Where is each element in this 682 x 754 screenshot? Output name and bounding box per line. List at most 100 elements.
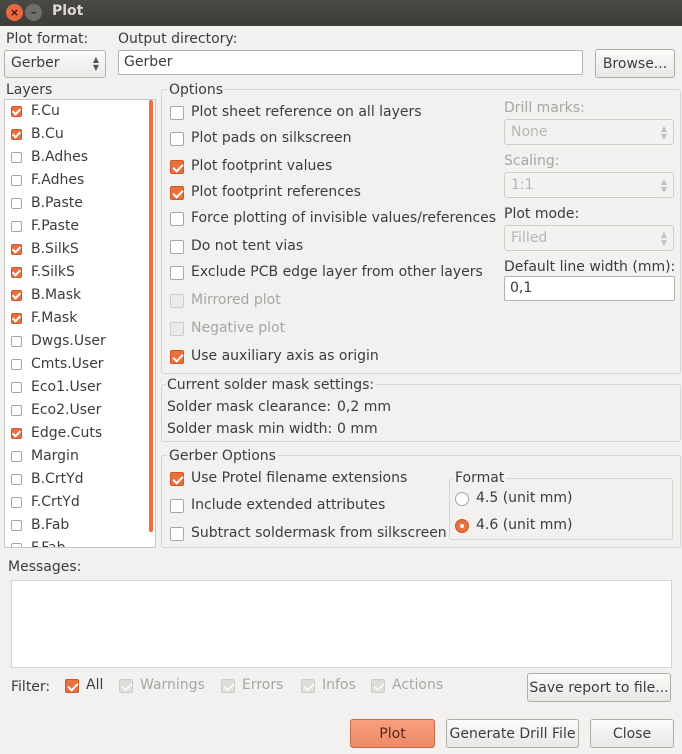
gerber-option-checkbox[interactable]: [170, 527, 184, 541]
format-radio-label: 4.5 (unit mm): [476, 490, 573, 506]
output-directory-input[interactable]: Gerber: [118, 50, 583, 75]
layer-name: Edge.Cuts: [31, 425, 103, 441]
layer-row[interactable]: Dwgs.User: [5, 332, 145, 355]
filter-label-1: Warnings: [140, 677, 205, 693]
option-label: Mirrored plot: [191, 292, 281, 308]
option-checkbox[interactable]: [170, 240, 184, 254]
solder-mask-title: Current solder mask settings:: [165, 377, 377, 393]
gerber-options-title: Gerber Options: [167, 448, 278, 464]
layer-row[interactable]: Edge.Cuts: [5, 424, 145, 447]
save-report-button[interactable]: Save report to file...: [527, 673, 671, 702]
close-button[interactable]: Close: [590, 719, 674, 748]
option-label: Exclude PCB edge layer from other layers: [191, 264, 483, 280]
layer-row[interactable]: B.CrtYd: [5, 470, 145, 493]
layer-row[interactable]: B.Fab: [5, 516, 145, 539]
layer-checkbox[interactable]: [11, 474, 22, 485]
layer-name: F.Adhes: [31, 172, 85, 188]
options-title: Options: [167, 82, 226, 98]
format-radio[interactable]: [455, 519, 469, 533]
option-label: Plot sheet reference on all layers: [191, 104, 422, 120]
layer-checkbox[interactable]: [11, 497, 22, 508]
layer-row[interactable]: B.Adhes: [5, 148, 145, 171]
layer-name: B.Mask: [31, 287, 82, 303]
gerber-option-checkbox[interactable]: [170, 472, 184, 486]
layer-checkbox[interactable]: [11, 382, 22, 393]
option-checkbox[interactable]: [170, 132, 184, 146]
layer-row[interactable]: B.SilkS: [5, 240, 145, 263]
option-checkbox[interactable]: [170, 266, 184, 280]
format-radio[interactable]: [455, 492, 469, 506]
layer-row[interactable]: F.Cu: [5, 102, 145, 125]
layer-row[interactable]: Eco2.User: [5, 401, 145, 424]
layer-row[interactable]: Margin: [5, 447, 145, 470]
plot-mode-label: Plot mode:: [504, 206, 580, 222]
layer-name: B.Fab: [31, 517, 70, 533]
layer-checkbox[interactable]: [11, 428, 22, 439]
option-checkbox[interactable]: [170, 160, 184, 174]
layer-row[interactable]: B.Cu: [5, 125, 145, 148]
layer-row[interactable]: F.Fab: [5, 539, 145, 548]
layer-row[interactable]: F.Paste: [5, 217, 145, 240]
layer-row[interactable]: F.CrtYd: [5, 493, 145, 516]
layer-checkbox[interactable]: [11, 336, 22, 347]
option-label: Negative plot: [191, 320, 286, 336]
layers-list[interactable]: F.Cu B.Cu B.Adhes F.Adhes B.Paste F.Paste B.Si…: [4, 99, 156, 548]
layer-name: Margin: [31, 448, 79, 464]
format-title: Format: [453, 470, 507, 486]
plot-format-select[interactable]: Gerber ▲ ▼: [4, 50, 106, 78]
layer-row[interactable]: Cmts.User: [5, 355, 145, 378]
option-checkbox[interactable]: [170, 212, 184, 226]
layer-name: B.Cu: [31, 126, 64, 142]
layer-row[interactable]: B.Mask: [5, 286, 145, 309]
minimize-window-icon[interactable]: –: [25, 4, 42, 21]
filter-checkbox[interactable]: [65, 679, 79, 693]
solder-mask-min-width-label: Solder mask min width:: [167, 421, 333, 437]
layer-checkbox[interactable]: [11, 543, 22, 547]
layer-checkbox[interactable]: [11, 221, 22, 232]
layer-checkbox[interactable]: [11, 152, 22, 163]
plot-format-label: Plot format:: [6, 31, 89, 47]
format-radio-label: 4.6 (unit mm): [476, 517, 573, 533]
option-checkbox[interactable]: [170, 186, 184, 200]
layer-row[interactable]: F.SilkS: [5, 263, 145, 286]
layer-checkbox[interactable]: [11, 520, 22, 531]
close-window-icon[interactable]: ×: [6, 4, 23, 21]
layer-checkbox[interactable]: [11, 198, 22, 209]
layer-checkbox[interactable]: [11, 244, 22, 255]
layer-checkbox[interactable]: [11, 451, 22, 462]
layer-checkbox[interactable]: [11, 129, 22, 140]
layer-row[interactable]: F.Adhes: [5, 171, 145, 194]
spin-arrows-icon: ▲ ▼: [660, 230, 667, 247]
layers-scrollbar[interactable]: [149, 100, 153, 532]
layer-checkbox[interactable]: [11, 290, 22, 301]
layer-row[interactable]: B.Paste: [5, 194, 145, 217]
option-checkbox[interactable]: [170, 350, 184, 364]
layer-row[interactable]: F.Mask: [5, 309, 145, 332]
layer-name: F.Cu: [31, 103, 60, 119]
layer-name: B.CrtYd: [31, 471, 84, 487]
layer-checkbox[interactable]: [11, 175, 22, 186]
option-label: Plot footprint values: [191, 158, 333, 174]
layer-name: F.Paste: [31, 218, 80, 234]
generate-drill-file-button[interactable]: Generate Drill File: [446, 719, 579, 748]
layers-label: Layers: [6, 82, 53, 98]
layer-checkbox[interactable]: [11, 359, 22, 370]
messages-area[interactable]: [11, 580, 672, 668]
option-checkbox[interactable]: [170, 106, 184, 120]
option-label: Force plotting of invisible values/refer…: [191, 210, 497, 226]
layer-checkbox[interactable]: [11, 106, 22, 117]
drill-marks-value: None: [511, 124, 548, 140]
browse-button[interactable]: Browse...: [595, 49, 675, 78]
layer-row[interactable]: Eco1.User: [5, 378, 145, 401]
filter-label-3: Infos: [322, 677, 356, 693]
option-label: Plot footprint references: [191, 184, 361, 200]
scaling-select: 1:1 ▲ ▼: [504, 172, 674, 198]
layer-checkbox[interactable]: [11, 405, 22, 416]
plot-button[interactable]: Plot: [350, 719, 435, 748]
layer-checkbox[interactable]: [11, 313, 22, 324]
filter-label: Filter:: [11, 679, 51, 695]
default-line-width-input[interactable]: 0,1: [504, 276, 675, 301]
layer-name: F.Fab: [31, 540, 66, 548]
gerber-option-checkbox[interactable]: [170, 499, 184, 513]
layer-checkbox[interactable]: [11, 267, 22, 278]
